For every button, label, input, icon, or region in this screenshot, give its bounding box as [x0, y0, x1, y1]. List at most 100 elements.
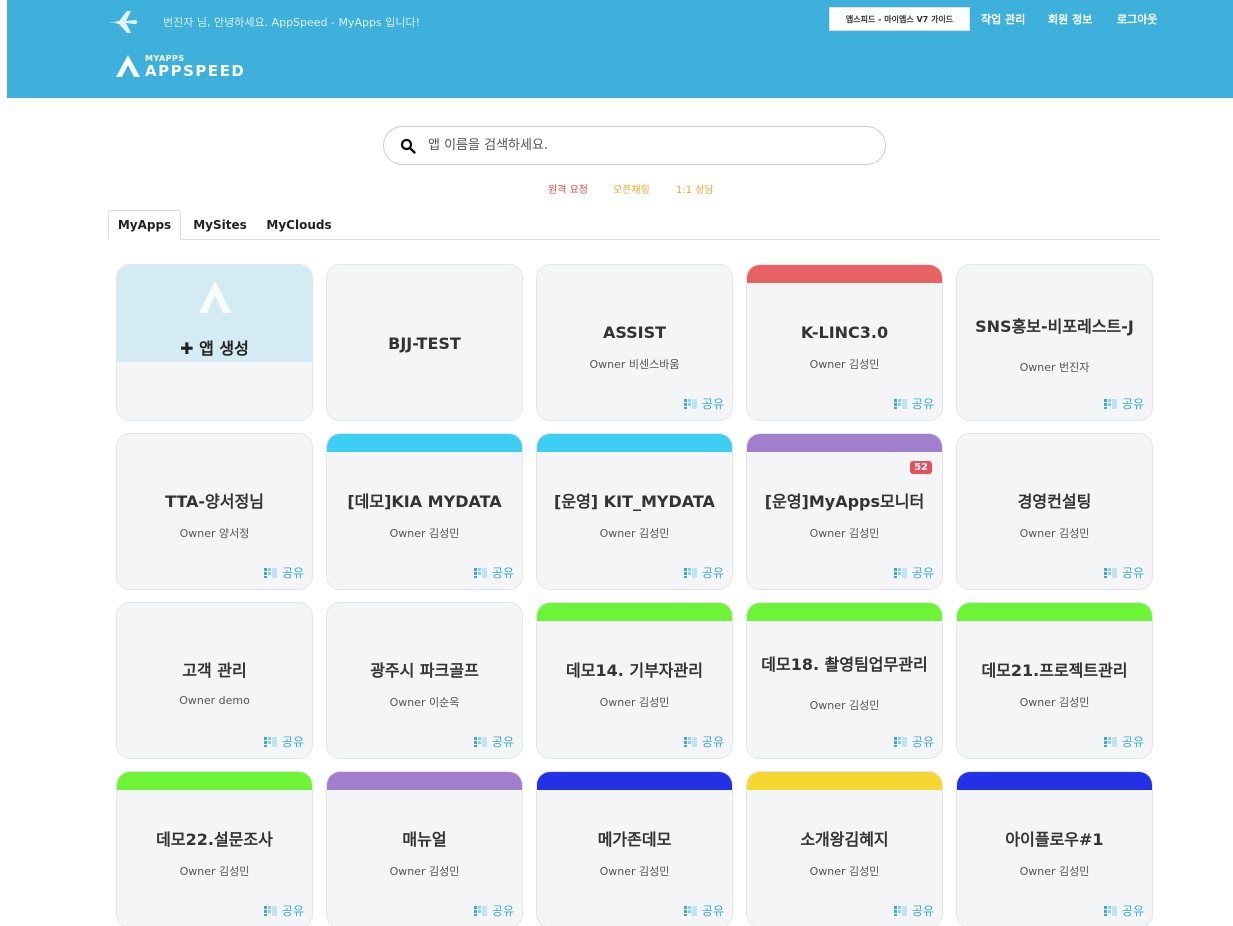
- app-card[interactable]: 메가존데모 Owner 김성민 공유: [536, 771, 733, 926]
- one-on-one-link[interactable]: 1:1 상담: [676, 181, 714, 196]
- share-button[interactable]: 공유: [1103, 395, 1144, 412]
- app-card[interactable]: 경영컨설팅 Owner 김성민 공유: [956, 433, 1153, 590]
- search-icon: [400, 138, 416, 154]
- share-icon: [893, 736, 907, 747]
- share-button[interactable]: 공유: [893, 733, 934, 750]
- share-icon: [1103, 567, 1117, 578]
- app-card[interactable]: 매뉴얼 Owner 김성민공유: [326, 771, 523, 926]
- top-header: 번진자 님, 안녕하세요. AppSpeed - MyApps 입니다! 앱스피…: [7, 0, 1233, 98]
- app-title: ASSIST: [602, 323, 667, 342]
- share-icon: [683, 567, 697, 578]
- app-owner: Owner 김성민: [599, 527, 670, 540]
- app-title: 메가존데모: [597, 830, 672, 849]
- app-card[interactable]: 광주시 파크골프 Owner 이순옥 공유: [326, 602, 523, 759]
- app-card[interactable]: TTA-양서정님 Owner 양서정공유: [116, 433, 313, 590]
- app-card[interactable]: K-LINC3.0 Owner 김성민공유: [746, 264, 943, 421]
- app-card[interactable]: 데모14. 기부자관리 Owner 김성민 공유: [536, 602, 733, 759]
- logo-mark-icon: [116, 55, 140, 77]
- create-app-label: ✚ 앱 생성: [117, 335, 312, 359]
- app-card[interactable]: [운영] KIT_MYDATA Owner 김성민 공유: [536, 433, 733, 590]
- app-card[interactable]: 데모18. 촬영팀업무관리 Owner 김성민 공유: [746, 602, 943, 759]
- search-input[interactable]: [428, 138, 848, 153]
- share-label: 공유: [491, 735, 514, 749]
- app-owner: Owner 김성민: [809, 358, 880, 371]
- app-title: 아이플로우#1: [1005, 830, 1104, 849]
- appspeed-logo[interactable]: MYAPPS APPSPEED: [115, 54, 275, 84]
- share-icon: [1103, 736, 1117, 747]
- app-card[interactable]: 고객 관리 Owner demo 공유: [116, 602, 313, 759]
- app-owner: Owner 김성민: [1019, 527, 1090, 540]
- share-button[interactable]: 공유: [683, 395, 724, 412]
- share-label: 공유: [281, 566, 304, 580]
- app-card[interactable]: ASSIST Owner 비센스바움 공유: [536, 264, 733, 421]
- share-label: 공유: [701, 735, 724, 749]
- share-button[interactable]: 공유: [683, 733, 724, 750]
- open-chat-link[interactable]: 오픈채팅: [613, 181, 650, 196]
- app-title: TTA-양서정님: [165, 492, 264, 511]
- create-card-top: ✚ 앱 생성: [117, 265, 312, 362]
- card-color-bar: [957, 603, 1152, 621]
- share-button[interactable]: 공유: [683, 902, 724, 919]
- app-owner: Owner 양서정: [179, 527, 250, 540]
- share-button[interactable]: 공유: [263, 564, 304, 581]
- tab-mysites[interactable]: MySites: [188, 210, 252, 240]
- logo-big-text: APPSPEED: [145, 62, 246, 80]
- create-app-card[interactable]: ✚ 앱 생성: [116, 264, 313, 421]
- app-owner: Owner 김성민: [389, 527, 460, 540]
- member-info-link[interactable]: 회원 정보: [1048, 11, 1092, 27]
- app-card[interactable]: SNS홍보-비포레스트-J Owner 번진자 공유: [956, 264, 1153, 421]
- share-button[interactable]: 공유: [473, 564, 514, 581]
- card-color-bar: [327, 434, 522, 452]
- app-card[interactable]: 52 [운영]MyApps모니터 Owner 김성민 공유: [746, 433, 943, 590]
- app-title: 데모18. 촬영팀업무관리: [761, 655, 928, 674]
- share-icon: [893, 905, 907, 916]
- app-owner: Owner 이순옥: [389, 696, 460, 709]
- share-button[interactable]: 공유: [893, 902, 934, 919]
- share-label: 공유: [281, 904, 304, 918]
- app-owner: Owner demo: [179, 694, 250, 707]
- logout-link[interactable]: 로그아웃: [1117, 11, 1157, 27]
- app-card[interactable]: 데모22.설문조사 Owner 김성민 공유: [116, 771, 313, 926]
- share-icon: [263, 905, 277, 916]
- app-card[interactable]: BJJ-TEST: [326, 264, 523, 421]
- app-owner: Owner 김성민: [389, 865, 460, 878]
- share-icon: [893, 567, 907, 578]
- share-label: 공유: [1121, 397, 1144, 411]
- search-box[interactable]: [383, 126, 886, 165]
- app-title: [운영]MyApps모니터: [764, 492, 925, 511]
- share-button[interactable]: 공유: [473, 902, 514, 919]
- tab-myapps[interactable]: MyApps: [108, 210, 181, 240]
- app-card[interactable]: 데모21.프로젝트관리 Owner 김성민 공유: [956, 602, 1153, 759]
- share-button[interactable]: 공유: [893, 564, 934, 581]
- share-label: 공유: [1121, 735, 1144, 749]
- task-management-link[interactable]: 작업 관리: [981, 11, 1025, 27]
- card-color-bar: [537, 772, 732, 790]
- app-title: 매뉴얼: [402, 830, 447, 849]
- guide-button[interactable]: 앱스피드 - 마이앱스 V7 가이드: [829, 7, 970, 31]
- share-label: 공유: [911, 735, 934, 749]
- share-button[interactable]: 공유: [473, 733, 514, 750]
- app-title: 고객 관리: [182, 661, 247, 680]
- share-button[interactable]: 공유: [263, 733, 304, 750]
- share-button[interactable]: 공유: [1103, 902, 1144, 919]
- remote-request-link[interactable]: 원격 요청: [548, 181, 588, 196]
- card-color-bar: [747, 772, 942, 790]
- share-label: 공유: [911, 566, 934, 580]
- tab-myclouds[interactable]: MyClouds: [263, 210, 335, 240]
- app-title: K-LINC3.0: [800, 323, 889, 342]
- share-label: 공유: [491, 904, 514, 918]
- share-button[interactable]: 공유: [1103, 564, 1144, 581]
- app-card[interactable]: 아이플로우#1 Owner 김성민 공유: [956, 771, 1153, 926]
- share-button[interactable]: 공유: [893, 395, 934, 412]
- share-label: 공유: [911, 397, 934, 411]
- tab-bar: MyApps MySites MyClouds: [108, 210, 1160, 240]
- share-button[interactable]: 공유: [1103, 733, 1144, 750]
- card-color-bar: [537, 434, 732, 452]
- share-icon: [893, 398, 907, 409]
- app-card[interactable]: 소개왕김혜지 Owner 김성민 공유: [746, 771, 943, 926]
- share-label: 공유: [491, 566, 514, 580]
- share-label: 공유: [701, 566, 724, 580]
- share-button[interactable]: 공유: [683, 564, 724, 581]
- share-button[interactable]: 공유: [263, 902, 304, 919]
- app-card[interactable]: [데모]KIA MYDATA Owner 김성민 공유: [326, 433, 523, 590]
